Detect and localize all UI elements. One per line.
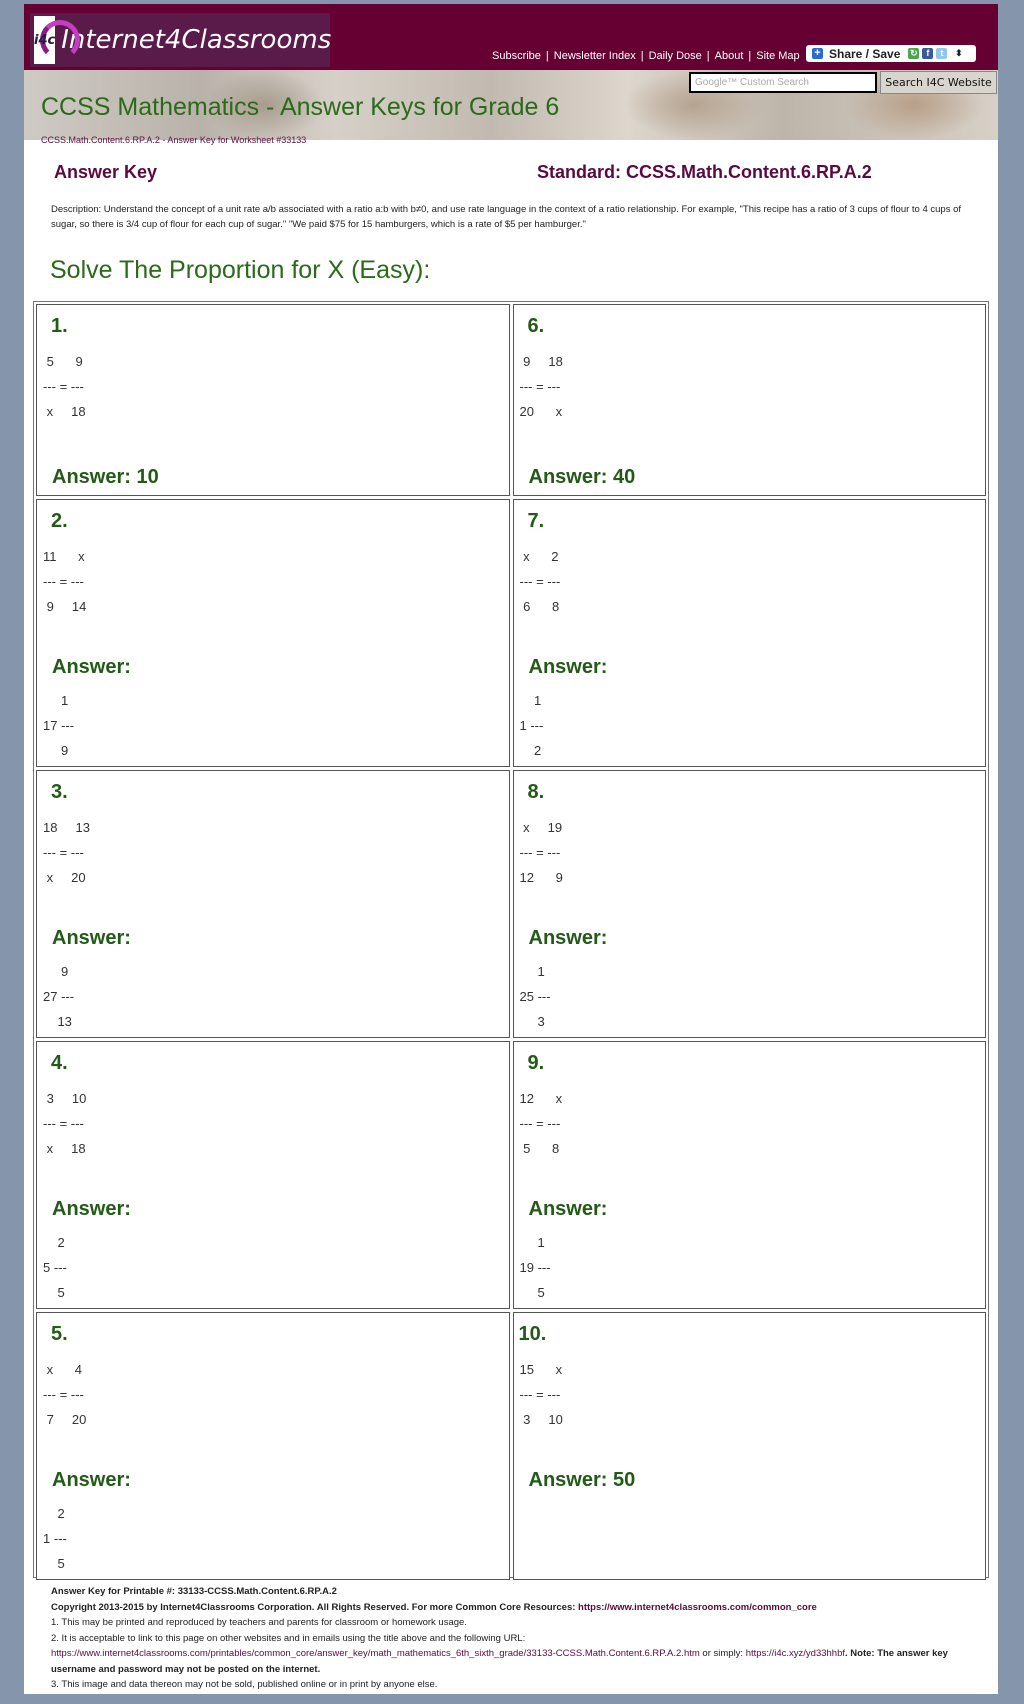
answer-key-heading: Answer Key	[54, 162, 158, 182]
common-core-link[interactable]: https://www.internet4classrooms.com/comm…	[578, 1602, 817, 1613]
problem-number: 2.	[51, 510, 68, 532]
facebook-icon[interactable]: f	[922, 48, 934, 59]
problem-number: 9.	[527, 1052, 545, 1074]
problem-number: 7.	[527, 510, 545, 532]
problem-equation: 5 9 --- = --- x 18	[43, 354, 86, 419]
printable-id: Answer Key for Printable #: 33133-CCSS.M…	[51, 1586, 337, 1597]
nav-daily-dose[interactable]: Daily Dose	[649, 50, 702, 62]
problem-equation: 12 x --- = --- 5 8	[519, 1091, 563, 1156]
copyright-text: Copyright 2013-2015 by Internet4Classroo…	[51, 1601, 576, 1613]
section-title: Solve The Proportion for X (Easy):	[50, 256, 431, 284]
page: i4c Internet4Classrooms Subscribe | Newsl…	[24, 4, 998, 1694]
problem-equation: 15 x --- = --- 3 10	[519, 1362, 563, 1427]
problems-grid: 1. 5 9 --- = --- x 18 Answer: 10 6. 9 18…	[33, 301, 989, 1580]
problem-number: 5.	[51, 1323, 68, 1345]
logo-badge-icon: i4c	[34, 16, 80, 64]
page-title: CCSS Mathematics - Answer Keys for Grade…	[41, 93, 560, 121]
share-email-icon[interactable]: ↻	[908, 48, 920, 59]
footer: Answer Key for Printable #: 33133-CCSS.M…	[51, 1584, 991, 1693]
problem-equation: x 19 --- = --- 12 9	[519, 820, 563, 885]
share-plus-icon: +	[812, 48, 823, 59]
nav-newsletter-index[interactable]: Newsletter Index	[554, 50, 636, 62]
problem-number: 3.	[51, 781, 68, 803]
share-save-button[interactable]: + Share / Save ↻ f t ⬍	[806, 45, 976, 62]
logo-badge-text: i4c	[34, 32, 56, 48]
problem-cell: 10. 15 x --- = --- 3 10 Answer: 50	[512, 1312, 986, 1580]
answer-fraction: 1 19 --- 5	[519, 1235, 551, 1300]
nav-about[interactable]: About	[715, 50, 744, 62]
problem-equation: 11 x --- = --- 9 14	[43, 549, 87, 614]
problem-cell: 8. x 19 --- = --- 12 9 Answer: 1 25 --- …	[512, 770, 986, 1038]
url-line: https://www.internet4classrooms.com/prin…	[51, 1646, 991, 1677]
top-nav: Subscribe | Newsletter Index | Daily Dose |…	[492, 50, 800, 62]
usage-rule-3: 3. This image and data thereon may not b…	[51, 1679, 438, 1690]
answer-label: Answer:	[52, 1469, 131, 1491]
site-logo[interactable]: i4c Internet4Classrooms	[30, 13, 332, 67]
short-url-link[interactable]: https://i4c.xyz/yd33hhbf	[746, 1648, 845, 1659]
or-simply-text: or simply:	[699, 1648, 746, 1659]
search-button[interactable]: Search I4C Website	[880, 71, 997, 94]
answer-label: Answer: 40	[528, 466, 636, 488]
search-input[interactable]	[689, 72, 877, 93]
breadcrumb: CCSS.Math.Content.6.RP.A.2 - Answer Key …	[41, 135, 307, 145]
problem-cell: 5. x 4 --- = --- 7 20 Answer: 2 1 --- 5	[36, 1312, 510, 1580]
usage-rule-2: 2. It is acceptable to link to this page…	[51, 1632, 526, 1644]
problem-number: 6.	[527, 315, 545, 337]
nav-separator: |	[640, 50, 644, 62]
usage-rule-1: 1. This may be printed and reproduced by…	[51, 1617, 467, 1628]
answer-label: Answer:	[528, 1198, 608, 1220]
twitter-icon[interactable]: t	[936, 48, 948, 59]
nav-separator: |	[706, 50, 710, 62]
nav-site-map[interactable]: Site Map	[756, 50, 799, 62]
answer-fraction: 1 1 --- 2	[519, 693, 544, 758]
problem-cell: 6. 9 18 --- = --- 20 x Answer: 40	[512, 304, 986, 496]
problem-number: 4.	[51, 1052, 68, 1074]
nav-separator: |	[545, 50, 549, 62]
long-url-link[interactable]: https://www.internet4classrooms.com/prin…	[51, 1648, 700, 1659]
problem-number: 8.	[527, 781, 545, 803]
answer-label: Answer:	[52, 927, 131, 949]
answer-label: Answer:	[52, 1198, 131, 1220]
answer-label: Answer: 50	[528, 1469, 636, 1491]
problem-number: 1.	[51, 315, 68, 337]
problem-equation: 18 13 --- = --- x 20	[43, 820, 90, 885]
nav-separator: |	[748, 50, 752, 62]
standard-description: Description: Understand the concept of a…	[51, 204, 962, 230]
problem-equation: x 4 --- = --- 7 20	[43, 1362, 87, 1427]
problem-cell: 7. x 2 --- = --- 6 8 Answer: 1 1 --- 2	[512, 499, 986, 767]
answer-label: Answer:	[52, 656, 131, 678]
nav-subscribe[interactable]: Subscribe	[492, 50, 541, 62]
standard-heading: Standard: CCSS.Math.Content.6.RP.A.2	[537, 162, 872, 182]
problem-cell: 4. 3 10 --- = --- x 18 Answer: 2 5 --- 5	[36, 1041, 510, 1309]
share-label: Share / Save	[829, 46, 901, 61]
answer-fraction: 2 1 --- 5	[43, 1506, 67, 1571]
problem-equation: x 2 --- = --- 6 8	[519, 549, 561, 614]
problem-equation: 9 18 --- = --- 20 x	[519, 354, 563, 419]
answer-label: Answer:	[528, 927, 608, 949]
answer-fraction: 1 25 --- 3	[519, 964, 551, 1029]
copyright-line: Copyright 2013-2015 by Internet4Classroo…	[51, 1600, 991, 1616]
problem-cell: 1. 5 9 --- = --- x 18 Answer: 10	[36, 304, 510, 496]
problem-cell: 2. 11 x --- = --- 9 14 Answer: 1 17 --- …	[36, 499, 510, 767]
answer-fraction: 9 27 --- 13	[43, 964, 75, 1029]
answer-label: Answer: 10	[52, 466, 159, 488]
dropdown-arrows-icon[interactable]: ⬍	[953, 48, 964, 59]
problem-cell: 9. 12 x --- = --- 5 8 Answer: 1 19 --- 5	[512, 1041, 986, 1309]
site-header: i4c Internet4Classrooms Subscribe | Newsl…	[24, 4, 998, 70]
logo-text: Internet4Classrooms	[61, 25, 332, 55]
answer-label: Answer:	[528, 656, 608, 678]
answer-fraction: 2 5 --- 5	[43, 1235, 67, 1300]
answer-fraction: 1 17 --- 9	[43, 693, 75, 758]
problem-cell: 3. 18 13 --- = --- x 20 Answer: 9 27 ---…	[36, 770, 510, 1038]
problem-number: 10.	[518, 1323, 547, 1345]
problem-equation: 3 10 --- = --- x 18	[43, 1091, 87, 1156]
